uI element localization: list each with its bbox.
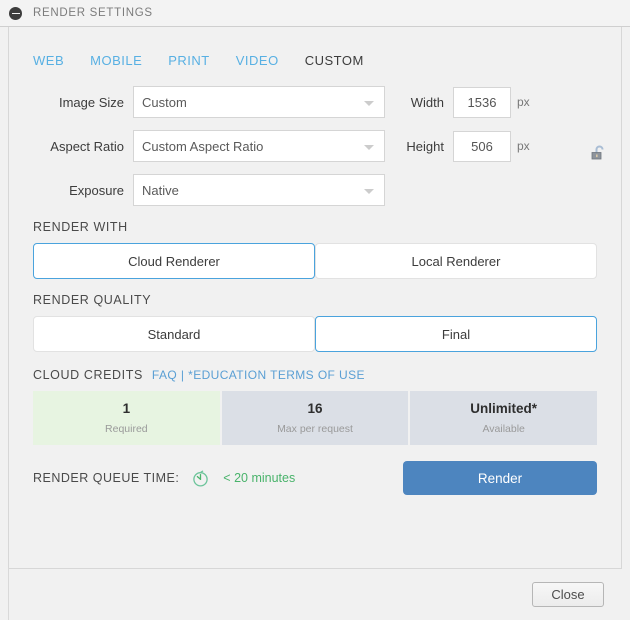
tab-video[interactable]: VIDEO xyxy=(236,53,279,68)
page-title: RENDER SETTINGS xyxy=(33,7,153,19)
exposure-select[interactable]: Native xyxy=(133,174,385,206)
credit-max-value: 16 xyxy=(307,401,323,417)
credit-box-max-per-request: 16 Max per request xyxy=(221,391,409,445)
tab-web[interactable]: WEB xyxy=(33,53,64,68)
exposure-value: Native xyxy=(142,182,179,198)
aspect-ratio-value: Custom Aspect Ratio xyxy=(142,138,264,154)
education-terms-link[interactable]: *EDUCATION TERMS OF USE xyxy=(188,368,365,382)
exposure-label: Exposure xyxy=(69,182,124,198)
credit-max-caption: Max per request xyxy=(277,422,353,435)
close-button[interactable]: Close xyxy=(532,582,604,607)
height-unit: px xyxy=(517,139,530,153)
image-size-row: Image Size Custom Width px xyxy=(33,86,597,118)
credit-box-available: Unlimited* Available xyxy=(410,391,598,445)
render-quality-toggle: Standard Final xyxy=(33,316,597,352)
unlock-icon[interactable] xyxy=(589,143,609,163)
width-input[interactable] xyxy=(453,86,511,118)
aspect-ratio-row: Aspect Ratio Custom Aspect Ratio Height … xyxy=(33,130,597,162)
dialog-body: WEB MOBILE PRINT VIDEO CUSTOM Image Size… xyxy=(0,27,630,620)
render-queue-row: RENDER QUEUE TIME: < 20 minutes Render xyxy=(33,461,597,495)
exposure-row: Exposure Native xyxy=(33,174,597,206)
panel-right-edge xyxy=(622,54,630,620)
render-queue-label: RENDER QUEUE TIME: xyxy=(33,471,180,485)
preset-tabs: WEB MOBILE PRINT VIDEO CUSTOM xyxy=(33,27,597,68)
render-quality-standard-button[interactable]: Standard xyxy=(33,316,315,352)
credit-available-caption: Available xyxy=(482,422,525,435)
render-quality-title: RENDER QUALITY xyxy=(33,293,152,307)
aspect-ratio-select[interactable]: Custom Aspect Ratio xyxy=(133,130,385,162)
titlebar: RENDER SETTINGS xyxy=(0,0,630,27)
image-size-value: Custom xyxy=(142,94,187,110)
height-label: Height xyxy=(406,138,444,154)
render-with-title: RENDER WITH xyxy=(33,220,128,234)
links-separator: | xyxy=(177,368,189,382)
stopwatch-icon xyxy=(191,469,210,488)
size-form: Image Size Custom Width px Aspect Ratio … xyxy=(33,86,597,206)
faq-link[interactable]: FAQ xyxy=(152,368,177,382)
chevron-down-icon xyxy=(364,101,374,106)
dialog-footer: Close xyxy=(8,568,622,620)
minus-circle-icon[interactable] xyxy=(9,6,22,20)
tab-mobile[interactable]: MOBILE xyxy=(90,53,142,68)
render-with-cloud-button[interactable]: Cloud Renderer xyxy=(33,243,315,279)
cloud-credits-header: CLOUD CREDITS FAQ | *EDUCATION TERMS OF … xyxy=(33,368,597,382)
credit-box-required: 1 Required xyxy=(33,391,220,445)
aspect-ratio-label: Aspect Ratio xyxy=(50,138,124,154)
tab-custom[interactable]: CUSTOM xyxy=(305,53,364,68)
credit-required-value: 1 xyxy=(122,401,131,417)
render-queue-value: < 20 minutes xyxy=(223,471,296,485)
height-input[interactable] xyxy=(453,130,511,162)
image-size-select[interactable]: Custom xyxy=(133,86,385,118)
credit-available-value: Unlimited* xyxy=(470,401,538,417)
width-unit: px xyxy=(517,95,530,109)
settings-panel: WEB MOBILE PRINT VIDEO CUSTOM Image Size… xyxy=(8,27,622,568)
credit-required-caption: Required xyxy=(105,422,148,435)
chevron-down-icon xyxy=(364,145,374,150)
render-quality-final-button[interactable]: Final xyxy=(315,316,597,352)
width-label: Width xyxy=(410,94,444,110)
cloud-credits-title: CLOUD CREDITS xyxy=(33,368,143,382)
render-button[interactable]: Render xyxy=(403,461,597,495)
cloud-credits-boxes: 1 Required 16 Max per request Unlimited*… xyxy=(33,391,598,445)
chevron-down-icon xyxy=(364,189,374,194)
tab-print[interactable]: PRINT xyxy=(168,53,210,68)
image-size-label: Image Size xyxy=(58,94,124,110)
render-settings-dialog: RENDER SETTINGS WEB MOBILE PRINT VIDEO C… xyxy=(0,0,630,620)
cloud-credits-links: FAQ | *EDUCATION TERMS OF USE xyxy=(152,368,365,382)
render-with-toggle: Cloud Renderer Local Renderer xyxy=(33,243,597,279)
render-with-local-button[interactable]: Local Renderer xyxy=(315,243,597,279)
